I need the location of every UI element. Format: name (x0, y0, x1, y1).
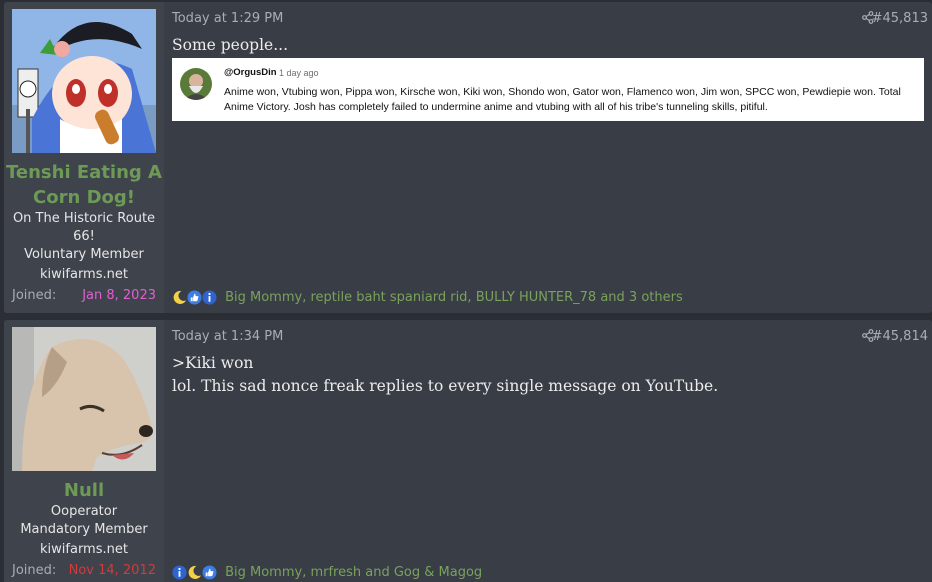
post-number[interactable]: #45,813 (872, 11, 928, 26)
joined-date: Nov 14, 2012 (68, 563, 156, 578)
post-45814: Null Ooperator Mandatory Member kiwifarm… (4, 320, 932, 582)
username[interactable]: Null (4, 478, 164, 503)
moon-icon (188, 565, 202, 579)
user-title: On The Historic Route 66! (12, 211, 156, 244)
user-role: Voluntary Member (24, 247, 144, 262)
thumbs-up-icon (202, 564, 217, 580)
embed-timestamp: 1 day ago (279, 68, 319, 78)
user-site: kiwifarms.net (40, 542, 128, 557)
reaction-names[interactable]: Big Mommy, reptile baht spaniard rid, BU… (225, 290, 683, 305)
reaction-bar[interactable]: Big Mommy, mrfresh and Gog & Magog (172, 562, 482, 581)
embed-text: Anime won, Vtubing won, Pippa won, Kirsc… (224, 86, 901, 113)
joined-label: Joined: (12, 563, 57, 578)
post-time[interactable]: Today at 1:29 PM (172, 11, 283, 26)
post-main: Today at 1:34 PM #45,814 >Kiki won lol. … (172, 320, 932, 582)
username[interactable]: Tenshi Eating A Corn Dog! (4, 160, 164, 210)
info-icon (172, 564, 187, 580)
user-role: Mandatory Member (20, 522, 148, 537)
embed-author: @OrgusDin (224, 67, 277, 78)
joined-label: Joined: (12, 288, 57, 303)
reaction-bar[interactable]: Big Mommy, reptile baht spaniard rid, BU… (172, 287, 683, 306)
thumbs-up-icon (187, 289, 202, 305)
reaction-icons[interactable] (172, 564, 217, 581)
reaction-names[interactable]: Big Mommy, mrfresh and Gog & Magog (225, 565, 482, 580)
reaction-icons[interactable] (172, 289, 217, 306)
post-45813: Tenshi Eating A Corn Dog! On The Histori… (4, 2, 932, 313)
user-avatar[interactable] (12, 9, 156, 153)
user-panel: Tenshi Eating A Corn Dog! On The Histori… (4, 2, 164, 313)
info-icon (202, 289, 217, 305)
post-body-quote: >Kiki won (172, 354, 254, 372)
embedded-comment: @OrgusDin 1 day ago Anime won, Vtubing w… (172, 58, 924, 121)
joined-date: Jan 8, 2023 (82, 288, 156, 303)
user-panel: Null Ooperator Mandatory Member kiwifarm… (4, 320, 164, 582)
user-avatar[interactable] (12, 327, 156, 471)
embed-avatar (180, 68, 212, 100)
post-body: lol. This sad nonce freak replies to eve… (172, 377, 719, 395)
post-time[interactable]: Today at 1:34 PM (172, 329, 283, 344)
post-main: Today at 1:29 PM #45,813 Some people... … (172, 2, 932, 313)
post-number[interactable]: #45,814 (872, 329, 928, 344)
user-site: kiwifarms.net (40, 267, 128, 282)
post-body: Some people... (172, 36, 289, 54)
moon-icon (173, 290, 187, 304)
user-title: Ooperator (50, 504, 118, 519)
